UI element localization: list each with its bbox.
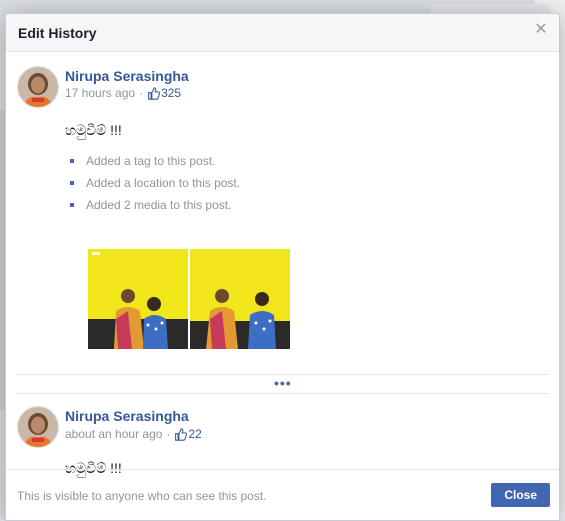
thumbs-up-icon — [175, 427, 188, 441]
avatar[interactable] — [17, 66, 59, 108]
more-options-icon[interactable]: ••• — [274, 376, 292, 390]
photo-thumbnail[interactable] — [88, 249, 188, 349]
like-count-value: 325 — [161, 86, 182, 100]
list-item: Added 2 media to this post. — [70, 194, 240, 216]
timestamp[interactable]: about an hour ago — [65, 427, 162, 441]
visibility-note: This is visible to anyone who can see th… — [17, 489, 267, 503]
change-list: Added a tag to this post. Added a locati… — [70, 150, 240, 216]
timestamp[interactable]: 17 hours ago — [65, 86, 135, 100]
avatar[interactable] — [17, 406, 59, 448]
edit-history-dialog: Edit History ✕ Nirupa Serasingha 17 hour… — [5, 13, 560, 521]
author-name[interactable]: Nirupa Serasingha — [65, 68, 189, 84]
list-item: Added a location to this post. — [70, 172, 240, 194]
bullet-icon — [70, 203, 74, 207]
post-meta: 17 hours ago · 325 — [65, 86, 181, 100]
dialog-header: Edit History ✕ — [6, 14, 559, 52]
dialog-body: Nirupa Serasingha 17 hours ago · 325 හමු… — [6, 52, 559, 482]
close-icon[interactable]: ✕ — [533, 22, 549, 38]
post-text: හමුවීම් !!! — [65, 122, 122, 138]
close-button[interactable]: Close — [491, 483, 550, 507]
like-count[interactable]: 22 — [174, 427, 202, 441]
dialog-title: Edit History — [18, 25, 97, 41]
dialog-footer: This is visible to anyone who can see th… — [6, 469, 559, 520]
thumbs-up-icon — [148, 86, 161, 100]
bullet-icon — [70, 181, 74, 185]
meta-separator: · — [139, 86, 144, 100]
post-meta: about an hour ago · 22 — [65, 427, 202, 441]
media-grid — [88, 249, 290, 349]
photo-thumbnail[interactable] — [190, 249, 290, 349]
change-text: Added 2 media to this post. — [86, 198, 232, 212]
divider — [16, 393, 549, 394]
bullet-icon — [70, 159, 74, 163]
like-count-value: 22 — [188, 427, 202, 441]
author-name[interactable]: Nirupa Serasingha — [65, 408, 189, 424]
like-count[interactable]: 325 — [147, 86, 181, 100]
meta-separator: · — [166, 427, 171, 441]
change-text: Added a tag to this post. — [86, 154, 216, 168]
change-text: Added a location to this post. — [86, 176, 241, 190]
list-item: Added a tag to this post. — [70, 150, 240, 172]
